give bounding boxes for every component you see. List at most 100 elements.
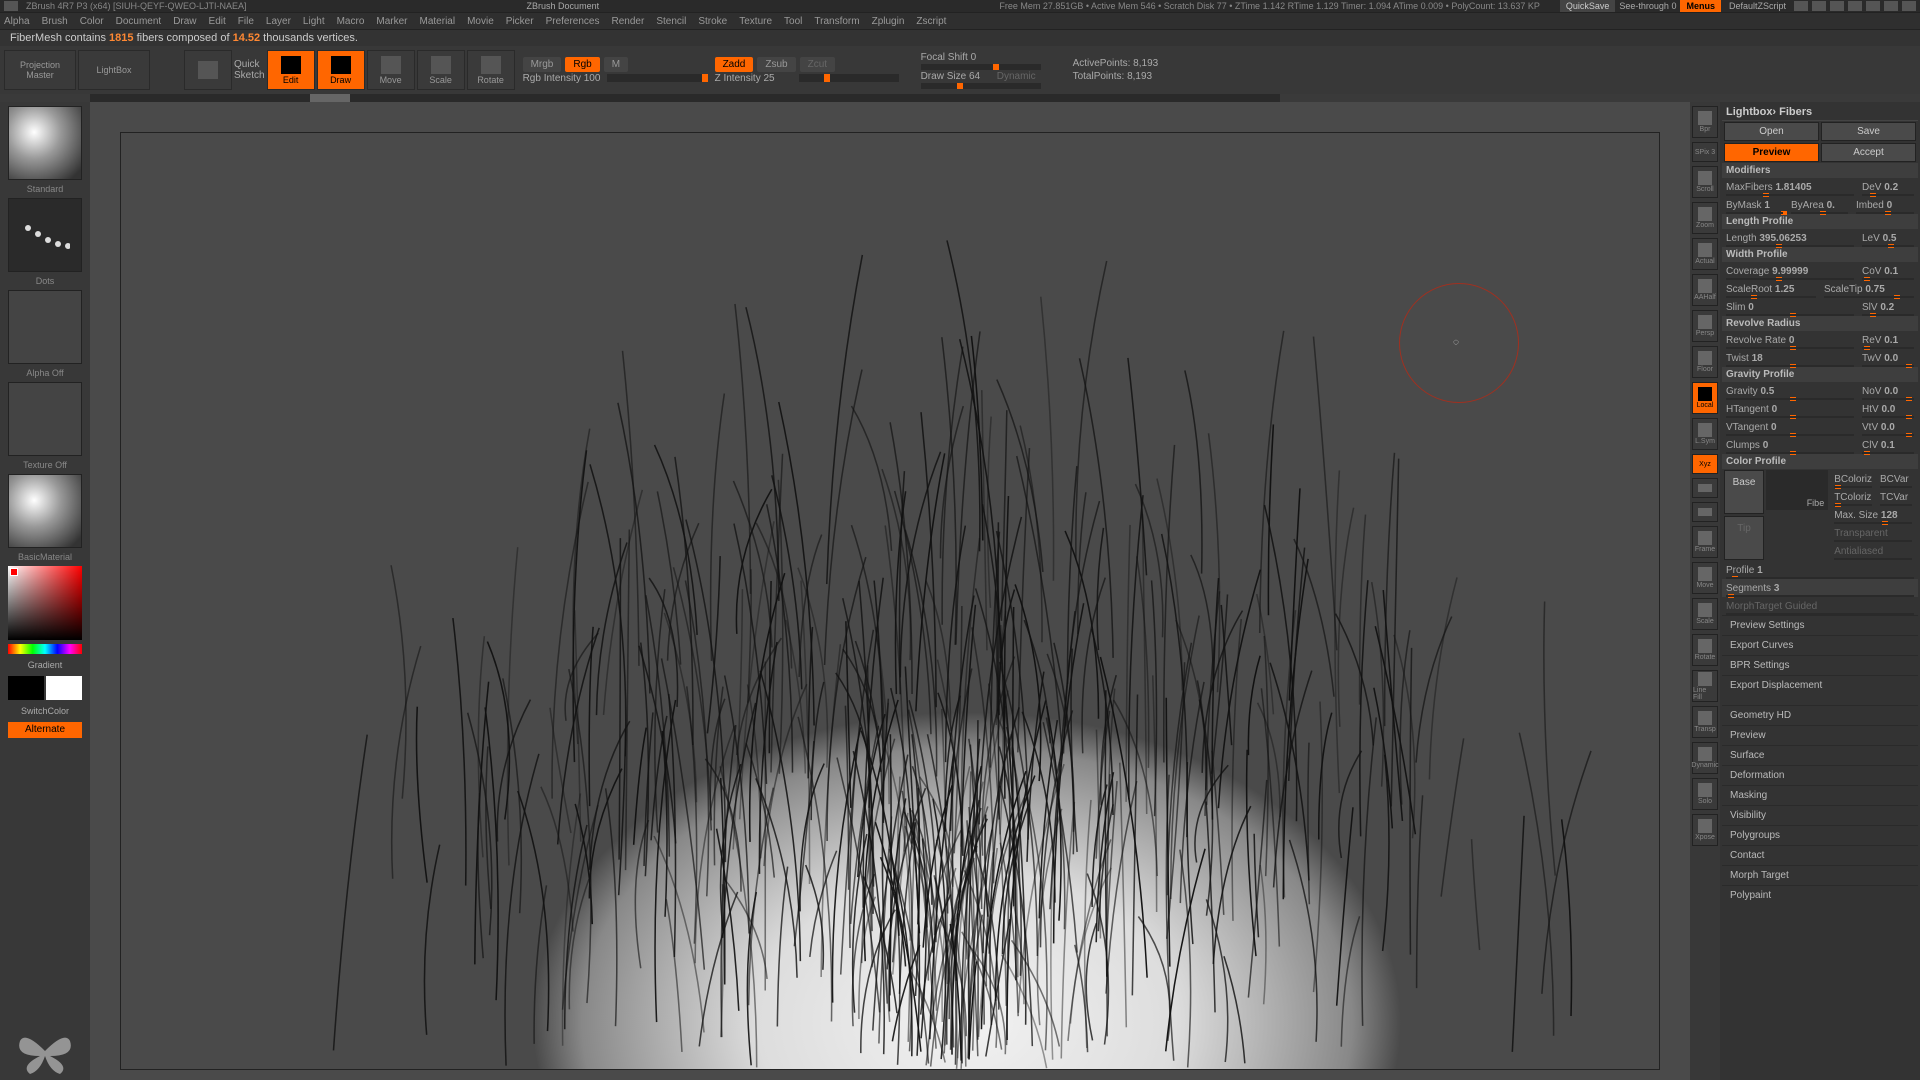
linefill-button[interactable]: Line Fill bbox=[1692, 670, 1718, 702]
bcvar-slider[interactable]: BCVar bbox=[1876, 470, 1916, 488]
width-profile-header[interactable]: Width Profile bbox=[1722, 247, 1918, 262]
projection-master-button[interactable]: ProjectionMaster bbox=[4, 50, 76, 90]
quicksave-button[interactable]: QuickSave bbox=[1560, 0, 1616, 12]
gravity-slider[interactable]: Gravity 0.5 bbox=[1722, 382, 1858, 400]
bpr-button[interactable]: Bpr bbox=[1692, 106, 1718, 138]
lsym-button[interactable]: L.Sym bbox=[1692, 418, 1718, 450]
zsub-button[interactable]: Zsub bbox=[757, 57, 795, 72]
menu-item[interactable]: Zplugin bbox=[872, 16, 905, 27]
spix-control[interactable]: SPix 3 bbox=[1692, 142, 1718, 162]
save-button[interactable]: Save bbox=[1821, 122, 1916, 141]
surface-item[interactable]: Surface bbox=[1722, 745, 1918, 765]
maximize-icon[interactable] bbox=[1884, 1, 1898, 11]
tcvar-slider[interactable]: TCVar bbox=[1876, 488, 1916, 506]
menu-item[interactable]: Movie bbox=[467, 16, 494, 27]
secondary-color[interactable] bbox=[8, 676, 44, 700]
alternate-button[interactable]: Alternate bbox=[8, 722, 82, 738]
menu-item[interactable]: Edit bbox=[209, 16, 226, 27]
move-view-button[interactable]: Move bbox=[1692, 562, 1718, 594]
length-profile-header[interactable]: Length Profile bbox=[1722, 214, 1918, 229]
minimize-icon[interactable] bbox=[1866, 1, 1880, 11]
menu-item[interactable]: Stencil bbox=[656, 16, 686, 27]
color-picker[interactable] bbox=[8, 566, 82, 640]
transp-button[interactable]: Transp bbox=[1692, 706, 1718, 738]
window-icon[interactable] bbox=[1794, 1, 1808, 11]
menu-item[interactable]: Picker bbox=[506, 16, 534, 27]
brush-selector[interactable] bbox=[8, 106, 82, 180]
draw-button[interactable]: Draw bbox=[317, 50, 365, 90]
clv-slider[interactable]: ClV 0.1 bbox=[1858, 436, 1918, 454]
rotate-view-button[interactable]: Rotate bbox=[1692, 634, 1718, 666]
twv-slider[interactable]: TwV 0.0 bbox=[1858, 349, 1918, 367]
modifiers-header[interactable]: Modifiers bbox=[1722, 163, 1918, 178]
menu-item[interactable]: Macro bbox=[337, 16, 365, 27]
hue-slider[interactable] bbox=[8, 644, 82, 654]
frame-button[interactable]: Frame bbox=[1692, 526, 1718, 558]
clumps-slider[interactable]: Clumps 0 bbox=[1722, 436, 1858, 454]
rgb-intensity-slider[interactable] bbox=[607, 74, 707, 82]
scroll-button[interactable]: Scroll bbox=[1692, 166, 1718, 198]
switchcolor-button[interactable]: SwitchColor bbox=[19, 704, 71, 718]
window-icon[interactable] bbox=[1848, 1, 1862, 11]
z-intensity-slider[interactable] bbox=[799, 74, 899, 82]
bymask-slider[interactable]: ByMask 1 bbox=[1722, 196, 1787, 214]
slim-slider[interactable]: Slim 0 bbox=[1722, 298, 1858, 316]
gravity-profile-header[interactable]: Gravity Profile bbox=[1722, 367, 1918, 382]
floor-button[interactable]: Floor bbox=[1692, 346, 1718, 378]
accept-button[interactable]: Accept bbox=[1821, 143, 1916, 162]
maxfibers-slider[interactable]: MaxFibers 1.81405 bbox=[1722, 178, 1858, 196]
coverage-slider[interactable]: Coverage 9.99999 bbox=[1722, 262, 1858, 280]
actual-button[interactable]: Actual bbox=[1692, 238, 1718, 270]
rgb-button[interactable]: Rgb bbox=[565, 57, 599, 72]
menu-item[interactable]: Zscript bbox=[916, 16, 946, 27]
rev-slider[interactable]: ReV 0.1 bbox=[1858, 331, 1918, 349]
menu-item[interactable]: Alpha bbox=[4, 16, 30, 27]
revolve-radius-header[interactable]: Revolve Radius bbox=[1722, 316, 1918, 331]
zcut-button[interactable]: Zcut bbox=[800, 57, 835, 72]
export-displacement-item[interactable]: Export Displacement bbox=[1722, 675, 1918, 695]
revolve-rate-slider[interactable]: Revolve Rate 0 bbox=[1722, 331, 1858, 349]
menu-item[interactable]: Render bbox=[612, 16, 645, 27]
deformation-item[interactable]: Deformation bbox=[1722, 765, 1918, 785]
slv-slider[interactable]: SlV 0.2 bbox=[1858, 298, 1918, 316]
color-profile-header[interactable]: Color Profile bbox=[1722, 454, 1918, 469]
tip-color-button[interactable]: Tip bbox=[1724, 516, 1764, 560]
geometry-hd-item[interactable]: Geometry HD bbox=[1722, 705, 1918, 725]
mrgb-button[interactable]: Mrgb bbox=[523, 57, 562, 72]
polygroups-item[interactable]: Polygroups bbox=[1722, 825, 1918, 845]
menu-item[interactable]: Stroke bbox=[698, 16, 727, 27]
visibility-item[interactable]: Visibility bbox=[1722, 805, 1918, 825]
twist-slider[interactable]: Twist 18 bbox=[1722, 349, 1858, 367]
zoom-button[interactable]: Zoom bbox=[1692, 202, 1718, 234]
menu-item[interactable]: Color bbox=[80, 16, 104, 27]
texture-selector[interactable] bbox=[8, 382, 82, 456]
scaleroot-slider[interactable]: ScaleRoot 1.25 bbox=[1722, 280, 1820, 298]
maxsize-slider[interactable]: Max. Size 128 bbox=[1830, 506, 1916, 524]
xpose-button[interactable]: Xpose bbox=[1692, 814, 1718, 846]
document-canvas[interactable]: ◌ bbox=[90, 102, 1690, 1080]
shelf-scrollbar[interactable] bbox=[90, 94, 1280, 102]
dev-slider[interactable]: DeV 0.2 bbox=[1858, 178, 1918, 196]
seethrough-control[interactable]: See-through 0 bbox=[1619, 1, 1676, 11]
menu-item[interactable]: File bbox=[238, 16, 254, 27]
window-icon[interactable] bbox=[1812, 1, 1826, 11]
zadd-button[interactable]: Zadd bbox=[715, 57, 754, 72]
tray-breadcrumb[interactable]: Lightbox› Fibers bbox=[1722, 104, 1918, 121]
dynamic-button[interactable]: Dynamic bbox=[1692, 742, 1718, 774]
open-button[interactable]: Open bbox=[1724, 122, 1819, 141]
primary-color[interactable] bbox=[46, 676, 82, 700]
scale-button[interactable]: Scale bbox=[417, 50, 465, 90]
masking-item[interactable]: Masking bbox=[1722, 785, 1918, 805]
menu-item[interactable]: Tool bbox=[784, 16, 802, 27]
window-icon[interactable] bbox=[1830, 1, 1844, 11]
export-curves-item[interactable]: Export Curves bbox=[1722, 635, 1918, 655]
close-icon[interactable] bbox=[1902, 1, 1916, 11]
preview-item[interactable]: Preview bbox=[1722, 725, 1918, 745]
menu-item[interactable]: Brush bbox=[42, 16, 68, 27]
move-button[interactable]: Move bbox=[367, 50, 415, 90]
scale-view-button[interactable]: Scale bbox=[1692, 598, 1718, 630]
aahalf-button[interactable]: AAHalf bbox=[1692, 274, 1718, 306]
gradient-toggle[interactable]: Gradient bbox=[26, 658, 65, 672]
bpr-settings-item[interactable]: BPR Settings bbox=[1722, 655, 1918, 675]
preview-settings-item[interactable]: Preview Settings bbox=[1722, 615, 1918, 635]
